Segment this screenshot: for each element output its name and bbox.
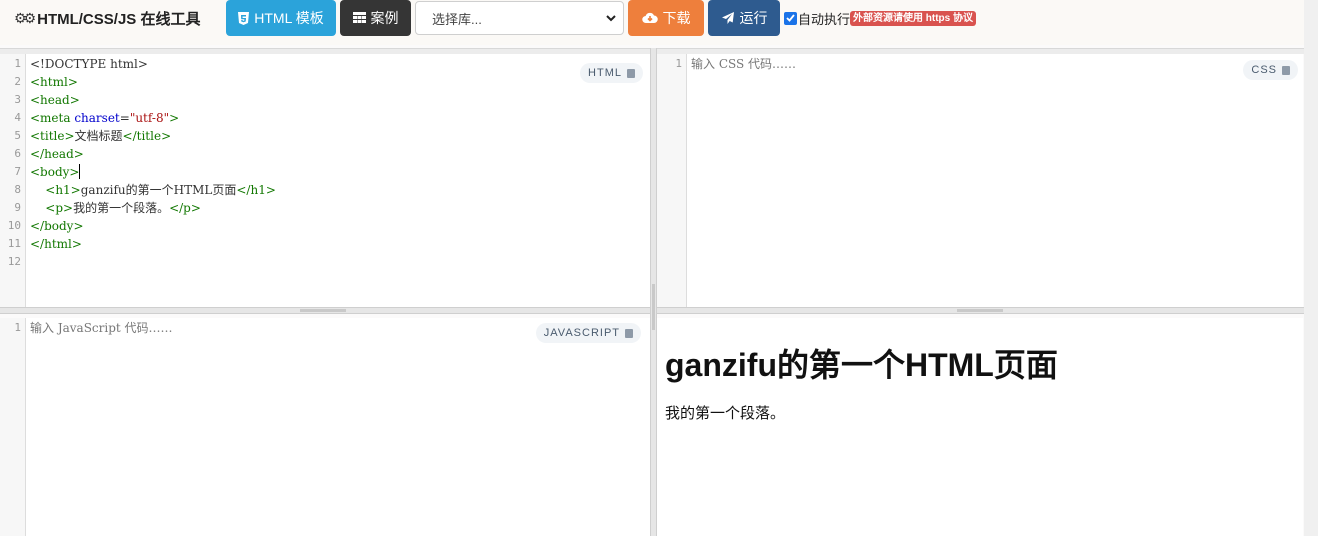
css-badge-label: CSS	[1251, 64, 1277, 76]
line-number: 5	[14, 129, 21, 142]
line-number: 12	[7, 255, 21, 268]
line-number: 11	[7, 237, 21, 250]
output-preview: ganzifu的第一个HTML页面 我的第一个段落。	[657, 318, 1303, 536]
resize-grip[interactable]	[652, 284, 655, 330]
horizontal-resize-handle-right[interactable]	[657, 307, 1304, 314]
html-editor[interactable]: 1 2 3 4 5 6 7 8 9 10 11 12 <!DOCTYPE htm…	[0, 54, 650, 307]
library-select-placeholder: 选择库...	[432, 11, 482, 27]
download-label: 下载	[662, 10, 691, 26]
auto-run-checkbox[interactable]	[784, 11, 797, 25]
line-number: 7	[14, 165, 21, 178]
html5-icon	[627, 68, 635, 78]
library-select[interactable]: 选择库...	[415, 1, 624, 35]
line-number: 1	[675, 57, 682, 70]
js-badge-label: JAVASCRIPT	[543, 327, 620, 339]
cloud-download-icon	[641, 12, 658, 24]
chevron-down-icon	[606, 15, 616, 22]
preview-heading: ganzifu的第一个HTML页面	[665, 347, 1058, 383]
html-language-badge: HTML	[580, 63, 643, 83]
checkmark-icon	[786, 14, 795, 22]
brand-title: HTML/CSS/JS 在线工具	[37, 10, 201, 28]
resize-grip[interactable]	[957, 309, 1003, 312]
css3-icon	[1282, 65, 1290, 75]
code-line: </html>	[30, 237, 82, 251]
css-language-badge: CSS	[1243, 60, 1298, 80]
html-badge-label: HTML	[588, 67, 622, 79]
page-scrollbar[interactable]	[1304, 0, 1318, 536]
css-editor[interactable]: 1 输入 CSS 代码…… CSS	[657, 54, 1303, 307]
code-line: <title>文档标题</title>	[30, 129, 172, 143]
code-line: </body>	[30, 219, 84, 233]
resize-grip[interactable]	[300, 309, 346, 312]
gears-icon: ⚙⚙	[14, 9, 36, 26]
code-line: <head>	[30, 93, 80, 107]
code-line: <h1>ganzifu的第一个HTML页面</h1>	[45, 183, 276, 197]
auto-run-toggle[interactable]: 自动执行 外部资源请使用 https 协议	[784, 10, 977, 27]
js-icon	[625, 328, 633, 338]
vertical-resize-handle[interactable]	[650, 48, 657, 536]
html5-icon	[238, 11, 250, 25]
text-cursor	[79, 164, 81, 179]
line-number: 4	[14, 111, 21, 124]
line-number: 1	[14, 57, 21, 70]
line-number: 3	[14, 93, 21, 106]
brand: ⚙⚙ HTML/CSS/JS 在线工具	[14, 7, 200, 29]
run-button[interactable]: 运行	[708, 0, 780, 36]
line-number: 9	[14, 201, 21, 214]
line-number: 8	[14, 183, 21, 196]
cases-button[interactable]: 案例	[340, 0, 411, 36]
code-line: <meta charset="utf-8">	[30, 111, 180, 125]
line-number: 10	[7, 219, 21, 232]
code-line: <body>	[30, 164, 81, 179]
html-editor-gutter: 1 2 3 4 5 6 7 8 9 10 11 12	[0, 54, 26, 307]
code-line: <html>	[30, 75, 78, 89]
line-number: 1	[14, 321, 21, 334]
download-button[interactable]: 下载	[628, 0, 704, 36]
table-icon	[352, 12, 366, 23]
code-line: </head>	[30, 147, 84, 161]
https-warning-badge: 外部资源请使用 https 协议	[850, 10, 977, 26]
javascript-editor[interactable]: 1 输入 JavaScript 代码…… JAVASCRIPT	[0, 318, 650, 536]
code-line: <p>我的第一个段落。</p>	[45, 201, 201, 215]
js-placeholder: 输入 JavaScript 代码……	[30, 321, 173, 335]
run-label: 运行	[739, 10, 768, 26]
html-template-label: HTML 模板	[254, 10, 324, 26]
paper-plane-icon	[721, 12, 734, 24]
line-number: 2	[14, 75, 21, 88]
preview-paragraph: 我的第一个段落。	[665, 405, 786, 422]
auto-run-label: 自动执行	[798, 11, 851, 27]
line-number: 6	[14, 147, 21, 160]
css-editor-gutter: 1	[657, 54, 687, 307]
js-language-badge: JAVASCRIPT	[535, 323, 641, 343]
code-line: <!DOCTYPE html>	[30, 57, 148, 71]
horizontal-resize-handle-left[interactable]	[0, 307, 650, 314]
html-template-button[interactable]: HTML 模板	[226, 0, 336, 36]
cases-label: 案例	[370, 10, 399, 26]
toolbar: ⚙⚙ HTML/CSS/JS 在线工具 HTML 模板 案例 选择库... 下载	[0, 0, 1318, 45]
js-editor-gutter: 1	[0, 318, 26, 536]
css-placeholder: 输入 CSS 代码……	[691, 57, 797, 71]
